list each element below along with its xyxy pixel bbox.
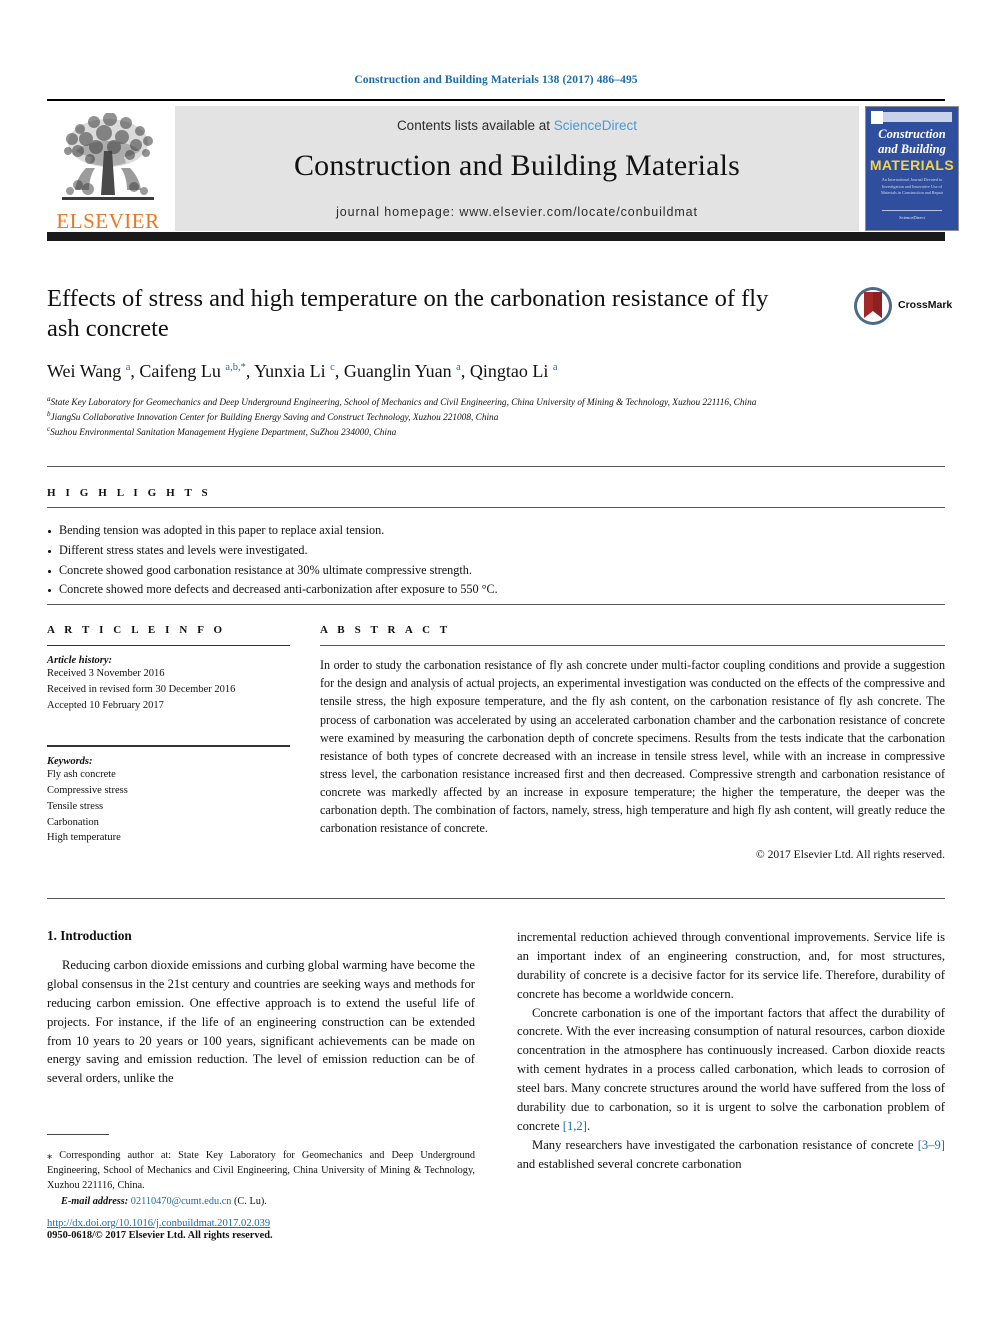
affiliation-c: cSuzhou Environmental Sanitation Managem…: [47, 425, 927, 440]
affiliation-list: aState Key Laboratory for Geomechanics a…: [47, 395, 927, 441]
cover-elsevier-mark-icon: [871, 111, 883, 124]
keyword-item: Compressive stress: [47, 784, 128, 796]
affiliation-text-c: Suzhou Environmental Sanitation Manageme…: [50, 428, 397, 439]
page-title: Effects of stress and high temperature o…: [47, 285, 769, 342]
cover-title-line-3: MATERIALS: [869, 157, 955, 173]
cover-footer-text: ScienceDirect: [899, 215, 925, 220]
sciencedirect-link[interactable]: ScienceDirect: [554, 118, 637, 133]
affiliation-text-a: State Key Laboratory for Geomechanics an…: [50, 397, 757, 408]
masthead-top-rule: [47, 99, 945, 101]
affiliation-a: aState Key Laboratory for Geomechanics a…: [47, 395, 927, 410]
footnote-rule: [47, 1134, 109, 1135]
paragraph-text: Concrete carbonation is one of the impor…: [517, 1005, 945, 1133]
highlights-list: Bending tension was adopted in this pape…: [47, 521, 945, 600]
crossmark-badge-group[interactable]: CrossMark: [853, 286, 952, 328]
cover-title-line-2: and Building: [878, 142, 946, 156]
paragraph-text: Many researchers have investigated the c…: [532, 1137, 918, 1152]
list-item: Different stress states and levels were …: [47, 541, 945, 561]
journal-band: Contents lists available at ScienceDirec…: [175, 106, 859, 231]
abstract-copyright: © 2017 Elsevier Ltd. All rights reserved…: [755, 847, 945, 861]
rule-above-article-info: [47, 604, 945, 605]
paragraph: incremental reduction achieved through c…: [517, 930, 945, 1001]
email-suffix: (C. Lu).: [234, 1195, 267, 1207]
cover-title-line-1: Construction: [878, 127, 946, 141]
issn-copyright-line: 0950-0618/© 2017 Elsevier Ltd. All right…: [47, 1230, 273, 1241]
contents-prefix: Contents lists available at: [396, 118, 554, 133]
keywords-label: Keywords:: [47, 755, 93, 767]
highlights-section: H I G H L I G H T S Bending tension was …: [47, 487, 945, 600]
footnote-block: ⁎ Corresponding author at: State Key Lab…: [47, 1148, 475, 1207]
journal-homepage-link[interactable]: journal homepage: www.elsevier.com/locat…: [336, 205, 698, 219]
email-note: E-mail address: 02110470@cumt.edu.cn (C.…: [47, 1196, 475, 1207]
cover-divider: [882, 210, 942, 211]
citation-ref[interactable]: [1,2]: [563, 1119, 587, 1133]
paragraph: Reducing carbon dioxide emissions and cu…: [47, 958, 475, 1086]
doi-block: http://dx.doi.org/10.1016/j.conbuildmat.…: [47, 1218, 475, 1241]
keyword-item: Carbonation: [47, 816, 99, 828]
cover-top-bar: [873, 112, 952, 122]
elsevier-tree-icon: [62, 113, 154, 200]
keyword-item: Tensile stress: [47, 800, 104, 812]
affiliation-text-b: JiangSu Collaborative Innovation Center …: [50, 413, 499, 424]
rule-below-abstract: [47, 898, 945, 900]
author-list: Wei Wang a, Caifeng Lu a,b,*, Yunxia Li …: [47, 360, 558, 381]
article-info-section: A R T I C L E I N F O Article history: R…: [47, 624, 290, 846]
email-link[interactable]: 02110470@cumt.edu.cn: [131, 1196, 232, 1207]
corresponding-author-note: ⁎ Corresponding author at: State Key Lab…: [47, 1150, 475, 1192]
abstract-section: A B S T R A C T In order to study the ca…: [320, 624, 945, 861]
crossmark-icon: [854, 287, 892, 325]
article-info-heading: A R T I C L E I N F O: [47, 624, 226, 636]
title-block: Effects of stress and high temperature o…: [47, 284, 952, 441]
email-label: E-mail address:: [61, 1195, 129, 1207]
contents-available-line: Contents lists available at ScienceDirec…: [397, 118, 637, 133]
body-column-right: incremental reduction achieved through c…: [517, 928, 945, 1174]
list-item: Concrete showed more defects and decreas…: [47, 580, 945, 600]
highlights-divider: [47, 507, 945, 509]
elsevier-wordmark: ELSEVIER: [56, 209, 160, 233]
keywords-divider: [47, 745, 290, 747]
paragraph: Concrete carbonation is one of the impor…: [517, 1004, 945, 1136]
elsevier-logo: ELSEVIER: [47, 105, 169, 232]
citation-ref[interactable]: [3–9]: [918, 1138, 945, 1152]
list-item: Bending tension was adopted in this pape…: [47, 521, 945, 541]
article-info-divider: [47, 645, 290, 647]
crossmark-label: CrossMark: [898, 299, 953, 311]
paragraph-text: and established several concrete carbona…: [517, 1156, 742, 1171]
keyword-item: High temperature: [47, 832, 121, 844]
journal-masthead: ELSEVIER Contents lists available at Sci…: [47, 99, 959, 241]
paragraph-text: .: [586, 1118, 591, 1133]
journal-title: Construction and Building Materials: [293, 149, 741, 182]
abstract-body: In order to study the carbonation resist…: [320, 658, 945, 836]
article-history-item: Received 3 November 2016: [47, 668, 165, 680]
list-item: Concrete showed good carbonation resista…: [47, 561, 945, 581]
body-column-left: 1. Introduction Reducing carbon dioxide …: [47, 928, 475, 1088]
section-heading-introduction: 1. Introduction: [47, 928, 132, 943]
paragraph: Many researchers have investigated the c…: [517, 1136, 945, 1174]
doi-link[interactable]: http://dx.doi.org/10.1016/j.conbuildmat.…: [47, 1218, 475, 1229]
affiliation-b: bJiangSu Collaborative Innovation Center…: [47, 410, 927, 425]
article-history-label: Article history:: [47, 655, 113, 667]
highlights-heading: H I G H L I G H T S: [47, 487, 212, 499]
running-head: Construction and Building Materials 138 …: [354, 74, 638, 86]
keyword-item: Fly ash concrete: [47, 768, 116, 780]
cover-blurb: An International Journal Devoted to Inve…: [880, 177, 944, 195]
article-history-item: Accepted 10 February 2017: [47, 700, 164, 712]
masthead-bottom-bar: [47, 232, 945, 241]
article-history-item: Received in revised form 30 December 201…: [47, 684, 236, 696]
abstract-heading: A B S T R A C T: [320, 624, 451, 636]
journal-cover-thumbnail: Construction and Building MATERIALS An I…: [865, 106, 959, 231]
abstract-divider: [320, 645, 945, 647]
paper-page: Construction and Building Materials 138 …: [0, 0, 992, 1323]
rule-above-highlights: [47, 466, 945, 467]
